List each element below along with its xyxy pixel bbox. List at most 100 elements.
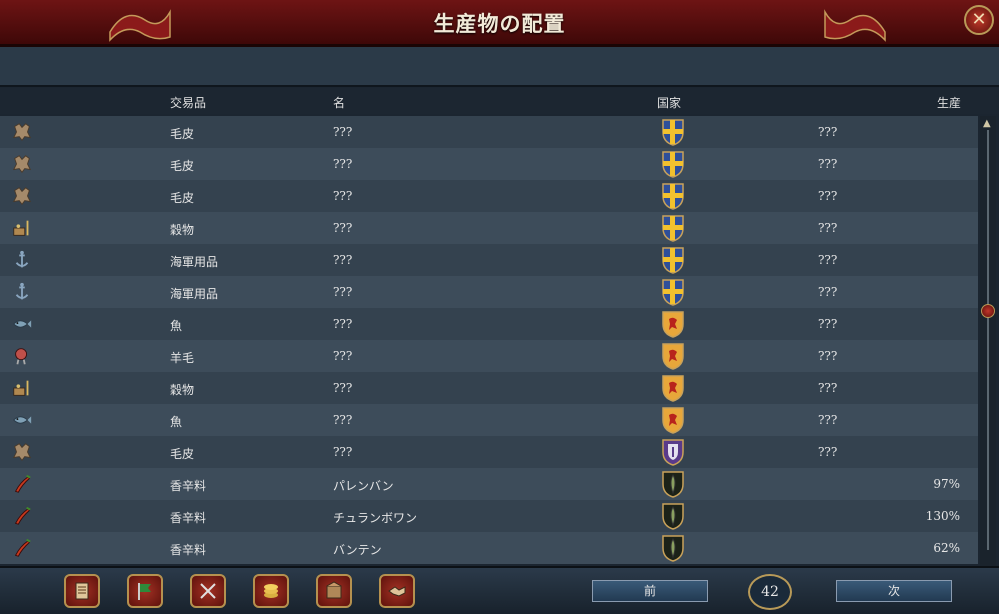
table-row[interactable]: 羊毛?????? [0,340,978,372]
country-shield-icon[interactable] [660,374,686,402]
province-name: チュランボワン [333,511,418,525]
header-country[interactable]: 国家 [657,94,681,111]
table-row[interactable]: 毛皮?????? [0,180,978,212]
trade-good-label: 毛皮 [170,127,195,141]
trade-good-label: 毛皮 [170,191,195,205]
country-shield-icon[interactable] [660,278,686,306]
economy-button[interactable] [253,574,289,608]
trade-good-label: 香辛料 [170,543,207,557]
close-button[interactable]: ✕ [964,5,994,35]
trade-good-label: 穀物 [170,383,195,397]
province-name: バンテン [333,543,382,557]
table-row[interactable]: 魚?????? [0,308,978,340]
flag-button[interactable] [127,574,163,608]
table-row[interactable]: 香辛料 バンテン 62% [0,532,978,564]
table-row[interactable]: 穀物?????? [0,372,978,404]
province-name: ??? [333,317,353,331]
crate-icon [326,581,342,599]
wool-icon [15,348,28,365]
flag-icon [138,583,151,600]
province-name: ??? [333,413,353,427]
owner-label: ??? [818,157,838,171]
naval-supplies-icon [15,282,29,300]
table-row[interactable]: 魚?????? [0,404,978,436]
prev-page-button[interactable]: 前 [592,580,708,602]
table-row[interactable]: 海軍用品?????? [0,276,978,308]
country-shield-icon[interactable] [660,470,686,498]
scrollbar-track[interactable] [987,130,989,550]
country-shield-icon[interactable] [660,246,686,274]
country-shield-icon[interactable] [660,534,686,562]
ledger-button[interactable] [64,574,100,608]
diplomacy-button[interactable] [379,574,415,608]
grain-icon [13,380,29,396]
header-production[interactable]: 生産 [937,94,961,111]
title-bar: 生産物の配置 ✕ [0,0,999,47]
province-name: ??? [333,349,353,363]
handshake-icon [388,586,406,597]
country-shield-icon[interactable] [660,182,686,210]
column-headers: 交易品 名 国家 生産 [0,88,999,114]
next-page-button[interactable]: 次 [836,580,952,602]
owner-label: ??? [818,285,838,299]
country-shield-icon[interactable] [660,310,686,338]
owner-label: ??? [818,221,838,235]
province-name: ??? [333,381,353,395]
production-value: 62% [933,541,960,555]
page-number: 42 [748,574,792,610]
table-row[interactable]: 毛皮?????? [0,436,978,468]
trade-good-label: 毛皮 [170,447,195,461]
military-button[interactable] [190,574,226,608]
trade-good-label: 香辛料 [170,511,207,525]
table-row[interactable]: 穀物?????? [0,212,978,244]
fur-icon [12,155,32,174]
crossed-swords-icon [200,583,216,599]
table-row[interactable]: 毛皮?????? [0,116,978,148]
trade-good-label: 魚 [170,319,183,333]
country-shield-icon[interactable] [660,502,686,530]
province-list: 毛皮?????? 毛皮?????? 毛皮?????? 穀物?????? 海軍用品????… [0,116,978,564]
trade-good-label: 海軍用品 [170,287,219,301]
country-shield-icon[interactable] [660,342,686,370]
naval-supplies-icon [15,250,29,268]
production-value: 97% [933,477,960,491]
coins-icon [264,584,278,598]
province-name: ??? [333,221,353,235]
table-row[interactable]: 香辛料 パレンバン 97% [0,468,978,500]
ledger-icon [75,582,89,600]
country-shield-icon[interactable] [660,150,686,178]
country-shield-icon[interactable] [660,406,686,434]
trade-good-label: 海軍用品 [170,255,219,269]
owner-label: ??? [818,317,838,331]
country-shield-icon[interactable] [660,438,686,466]
grain-icon [13,220,29,236]
filter-bar [0,47,999,87]
country-shield-icon[interactable] [660,214,686,242]
owner-label: ??? [818,253,838,267]
fish-icon [13,320,32,328]
production-value: 130% [925,509,960,523]
fur-icon [12,123,32,142]
table-row[interactable]: 香辛料 チュランボワン 130% [0,500,978,532]
scrollbar[interactable]: ▲ [980,116,996,566]
owner-label: ??? [818,445,838,459]
owner-label: ??? [818,125,838,139]
trade-button[interactable] [316,574,352,608]
owner-label: ??? [818,381,838,395]
trade-good-label: 魚 [170,415,183,429]
scrollbar-thumb[interactable] [981,304,995,318]
table-row[interactable]: 海軍用品?????? [0,244,978,276]
header-trade-good[interactable]: 交易品 [170,94,206,111]
country-shield-icon[interactable] [660,118,686,146]
scroll-up-arrow-icon[interactable]: ▲ [983,118,991,129]
trade-good-label: 穀物 [170,223,195,237]
owner-label: ??? [818,349,838,363]
fur-icon [12,187,32,206]
trade-good-label: 毛皮 [170,159,195,173]
trade-good-label: 香辛料 [170,479,207,493]
province-name: ??? [333,125,353,139]
table-row[interactable]: 毛皮?????? [0,148,978,180]
province-name: ??? [333,189,353,203]
spices-icon [14,538,31,557]
header-name[interactable]: 名 [333,94,345,111]
